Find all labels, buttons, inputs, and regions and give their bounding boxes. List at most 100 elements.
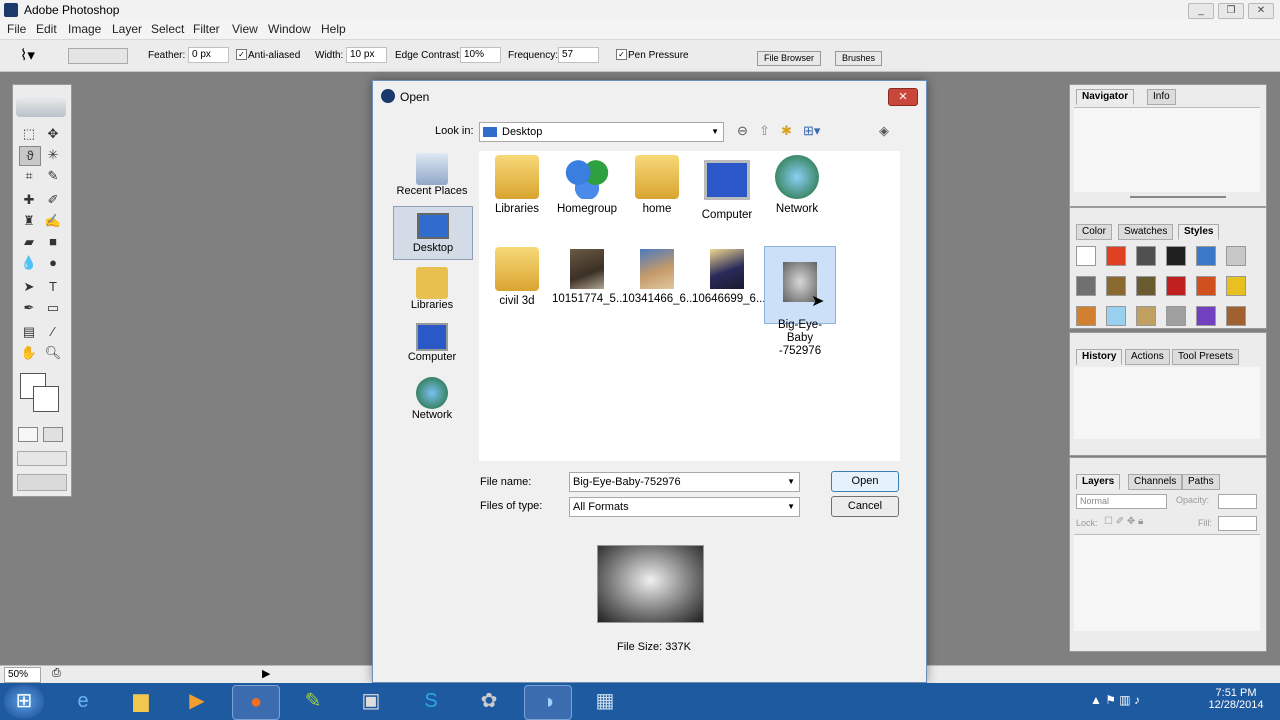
adobe-online-icon[interactable] <box>16 97 66 117</box>
style-swatch[interactable] <box>1196 246 1216 266</box>
pen-pressure-checkbox[interactable]: ✓ <box>616 49 627 60</box>
feather-input[interactable]: 0 px <box>188 47 229 63</box>
list-item[interactable]: Homegroup <box>552 155 622 215</box>
tab-tool-presets[interactable]: Tool Presets <box>1172 349 1240 365</box>
style-swatch[interactable] <box>1196 306 1216 326</box>
menu-filter[interactable]: Filter <box>193 22 220 36</box>
anti-aliased-checkbox[interactable]: ✓ <box>236 49 247 60</box>
tab-paths[interactable]: Paths <box>1182 474 1220 490</box>
tab-color[interactable]: Color <box>1076 224 1112 240</box>
list-item[interactable]: Libraries <box>482 155 552 215</box>
up-folder-icon[interactable]: ⇧ <box>759 123 770 139</box>
open-button[interactable]: Open <box>831 471 899 492</box>
style-swatch[interactable] <box>1166 306 1186 326</box>
eyedropper-tool-icon[interactable]: ⁄ <box>43 323 63 341</box>
notes-tool-icon[interactable]: ▤ <box>19 323 39 341</box>
magic-wand-tool-icon[interactable]: ✳ <box>43 146 63 164</box>
blend-mode-select[interactable]: Normal <box>1076 494 1167 509</box>
place-libraries[interactable]: Libraries <box>393 267 471 311</box>
tab-swatches[interactable]: Swatches <box>1118 224 1174 240</box>
menu-file[interactable]: File <box>7 22 26 36</box>
file-name-input[interactable]: Big-Eye-Baby-752976 ▼ <box>569 472 800 492</box>
style-swatch[interactable] <box>1136 246 1156 266</box>
tab-layers[interactable]: Layers <box>1076 474 1121 490</box>
menu-layer[interactable]: Layer <box>112 22 142 36</box>
movie-maker-icon[interactable]: ▦ <box>582 685 628 718</box>
list-item[interactable]: Computer <box>692 155 762 221</box>
dialog-options-icon[interactable]: ◈ <box>879 123 889 139</box>
tab-actions[interactable]: Actions <box>1125 349 1170 365</box>
style-swatch[interactable] <box>1196 276 1216 296</box>
video-editor-icon[interactable]: ▣ <box>348 685 394 718</box>
close-button[interactable]: ✕ <box>1248 3 1274 19</box>
pen-tool-icon[interactable]: ✒ <box>19 299 39 317</box>
gradient-tool-icon[interactable]: ■ <box>43 233 63 251</box>
style-swatch[interactable] <box>1076 276 1096 296</box>
list-item-selected[interactable]: Big-Eye-Baby -752976 <box>764 246 836 357</box>
width-input[interactable]: 10 px <box>346 47 387 63</box>
style-swatch[interactable] <box>1076 306 1096 326</box>
rectangle-tool-icon[interactable]: ▭ <box>43 299 63 317</box>
list-item[interactable]: civil 3d <box>482 247 552 307</box>
skype-icon[interactable]: S <box>408 685 454 718</box>
brush-tool-icon[interactable]: ✐ <box>43 191 63 209</box>
tray-icons[interactable]: ▲ ⚑ ▥ ♪ <box>1090 693 1140 707</box>
list-item[interactable]: 10341466_6... <box>622 247 696 305</box>
pen-app-icon[interactable]: ✎ <box>290 685 336 718</box>
style-swatch[interactable] <box>1166 246 1186 266</box>
style-swatch[interactable] <box>1076 246 1096 266</box>
menu-edit[interactable]: Edit <box>36 22 57 36</box>
menu-view[interactable]: View <box>232 22 258 36</box>
start-button[interactable]: ⊞ <box>4 685 44 718</box>
style-swatch[interactable] <box>1136 306 1156 326</box>
zoom-level[interactable]: 50% <box>4 667 41 683</box>
minimize-button[interactable]: _ <box>1188 3 1214 19</box>
menu-window[interactable]: Window <box>268 22 311 36</box>
clone-stamp-icon[interactable]: ♜ <box>19 212 39 230</box>
place-desktop[interactable]: Desktop <box>393 206 473 260</box>
files-of-type-select[interactable]: All Formats ▼ <box>569 497 800 517</box>
style-swatch[interactable] <box>1136 276 1156 296</box>
jump-to-imageready-icon[interactable] <box>17 474 67 491</box>
zoom-tool-icon[interactable]: 🔍︎ <box>43 344 63 362</box>
style-swatch[interactable] <box>1106 306 1126 326</box>
frequency-input[interactable]: 57 <box>558 47 599 63</box>
zoom-slider[interactable] <box>1130 196 1226 198</box>
place-network[interactable]: Network <box>393 377 471 421</box>
look-in-select[interactable]: Desktop ▼ <box>479 122 724 142</box>
style-swatch[interactable] <box>1226 306 1246 326</box>
marquee-tool-icon[interactable]: ⬚ <box>19 125 39 143</box>
dodge-tool-icon[interactable]: ● <box>43 254 63 272</box>
document-info-icon[interactable]: ⎙ <box>52 667 61 680</box>
history-brush-icon[interactable]: ✍ <box>43 212 63 230</box>
screen-mode-icons[interactable] <box>17 451 67 466</box>
status-menu-arrow-icon[interactable]: ▶ <box>262 667 270 680</box>
menu-image[interactable]: Image <box>68 22 101 36</box>
magnetic-lasso-icon[interactable]: ⌇▾ <box>20 46 35 64</box>
maximize-button[interactable]: ❐ <box>1218 3 1244 19</box>
list-item[interactable]: home <box>622 155 692 215</box>
style-swatch[interactable] <box>1166 276 1186 296</box>
opacity-input[interactable] <box>1218 494 1257 509</box>
blur-tool-icon[interactable]: 💧 <box>19 254 39 272</box>
lock-icons[interactable]: ☐ ✐ ✥ 🔒︎ <box>1104 516 1143 527</box>
slice-tool-icon[interactable]: ✎ <box>43 167 63 185</box>
back-icon[interactable]: ⊖ <box>737 123 748 139</box>
list-item[interactable]: 10646699_6... <box>692 247 766 305</box>
standard-mode-icon[interactable] <box>18 427 38 442</box>
menu-help[interactable]: Help <box>321 22 346 36</box>
list-item[interactable]: 10151774_5... <box>552 247 626 305</box>
selection-mode-buttons[interactable] <box>68 48 128 64</box>
fill-input[interactable] <box>1218 516 1257 531</box>
tab-styles[interactable]: Styles <box>1178 224 1220 240</box>
hand-tool-icon[interactable]: ✋ <box>19 344 39 362</box>
clock[interactable]: 7:51 PM 12/28/2014 <box>1208 687 1264 711</box>
media-player-icon[interactable]: ▶ <box>174 685 220 718</box>
app-icon[interactable]: ✿ <box>466 685 512 718</box>
cancel-button[interactable]: Cancel <box>831 496 899 517</box>
place-computer[interactable]: Computer <box>393 323 471 363</box>
photoshop-task-icon[interactable]: ◑ <box>524 685 572 720</box>
style-swatch[interactable] <box>1226 246 1246 266</box>
style-swatch[interactable] <box>1106 276 1126 296</box>
eraser-tool-icon[interactable]: ▰ <box>19 233 39 251</box>
